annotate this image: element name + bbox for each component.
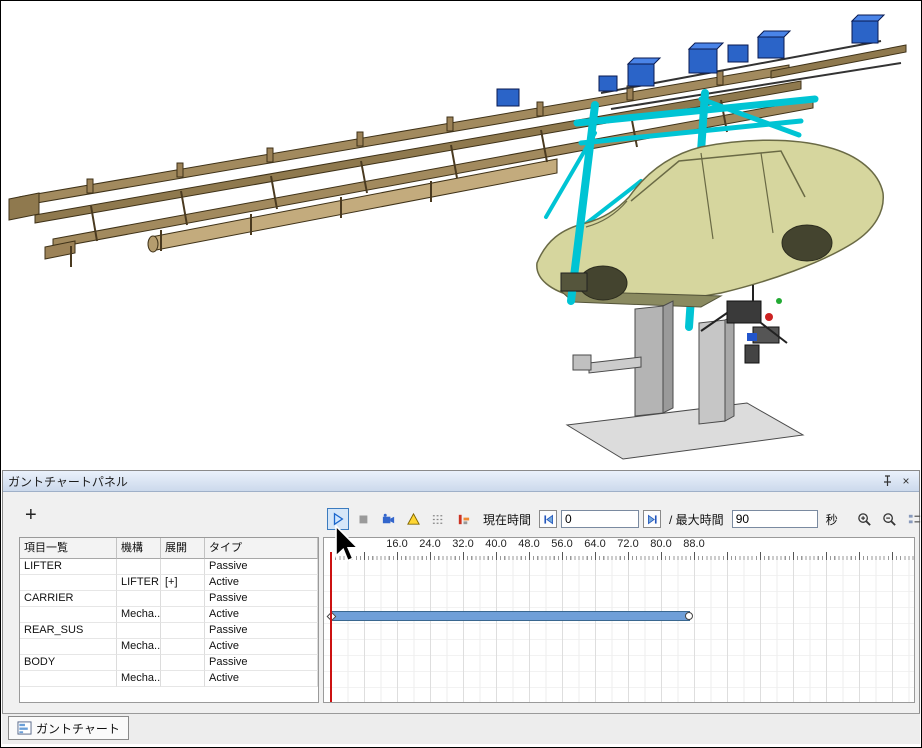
panel-titlebar: ガントチャートパネル × [3,471,919,492]
app-window: ガントチャートパネル × + [0,0,922,748]
item-grid: 項目一覧 機構 展開 タイプ LIFTERPassiveLIFTER[+]Act… [19,537,319,703]
bottom-tabbar: ガントチャート [2,713,920,744]
cell-type: Passive [205,591,318,607]
col-header-item[interactable]: 項目一覧 [20,538,117,559]
cell-mech [117,559,161,575]
gantt-toolbar: + 現在時間 [3,492,919,538]
cell-mech: Mecha... [117,607,161,623]
cell-expand [161,607,205,623]
cell-mech [117,623,161,639]
bar-end-handle[interactable] [685,612,693,620]
mouse-cursor [334,525,362,565]
zoom-in-icon[interactable] [854,508,876,530]
cell-item [20,671,117,687]
cell-expand: [+] [161,575,205,591]
options-icon[interactable] [904,508,922,530]
cell-type: Active [205,671,318,687]
seconds-label: 秒 [826,511,838,528]
cell-item [20,607,117,623]
cell-type: Passive [205,655,318,671]
cell-expand [161,655,205,671]
gantt-tab-label: ガントチャート [36,720,120,737]
3d-viewport[interactable] [1,1,921,469]
table-row[interactable]: LIFTER[+]Active [20,575,318,591]
cell-expand [161,591,205,607]
zoom-tool-group [854,508,922,530]
3d-scene [1,1,921,469]
table-row[interactable]: LIFTER Passive [20,559,318,575]
time-cursor[interactable] [330,552,332,702]
chart-settings-button[interactable] [427,508,449,530]
cell-type: Active [205,607,318,623]
table-row[interactable]: CARRIER Passive [20,591,318,607]
cell-mech [117,591,161,607]
tick-label: 48.0 [518,538,539,550]
cell-type: Passive [205,559,318,575]
table-row[interactable]: Mecha... Active [20,671,318,687]
grid-header: 項目一覧 機構 展開 タイプ [20,538,318,559]
tick-label: 64.0 [584,538,605,550]
cell-expand [161,559,205,575]
cell-item: BODY [20,655,117,671]
cell-item: LIFTER [20,559,117,575]
timeline-ruler [324,552,914,560]
cell-mech [117,655,161,671]
tick-label: 88.0 [683,538,704,550]
gantt-main: 項目一覧 機構 展開 タイプ LIFTERPassiveLIFTER[+]Act… [19,537,915,703]
cell-expand [161,623,205,639]
cell-expand [161,639,205,655]
cell-type: Active [205,639,318,655]
cell-mech: LIFTER [117,575,161,591]
playback-tool-group: 現在時間 / 最大時間 秒 [327,508,922,530]
pedestal [567,301,803,459]
tick-label: 80.0 [650,538,671,550]
cell-type: Active [205,575,318,591]
timeline[interactable]: 16.0 24.0 32.0 40.0 48.0 56.0 64.0 72.0 80.0 88.0 [323,537,915,703]
step-forward-button[interactable] [643,510,661,528]
pin-icon[interactable] [879,474,895,488]
zoom-out-icon[interactable] [879,508,901,530]
current-time-label: 現在時間 [483,511,531,528]
col-header-mech[interactable]: 機構 [117,538,161,559]
col-header-expand[interactable]: 展開 [161,538,205,559]
tick-label: 32.0 [452,538,473,550]
tick-label: 16.0 [386,538,407,550]
timeline-grid [324,560,914,702]
panel-title: ガントチャートパネル [8,473,128,490]
close-icon[interactable]: × [898,474,914,488]
add-button[interactable]: + [25,506,37,524]
table-row[interactable]: BODY Passive [20,655,318,671]
tick-labels: 16.0 24.0 32.0 40.0 48.0 56.0 64.0 72.0 80.0 88.0 [324,538,914,552]
max-time-input[interactable] [732,510,818,528]
tick-label: 24.0 [419,538,440,550]
max-time-label: / 最大時間 [669,511,724,528]
cell-item [20,639,117,655]
marker-button[interactable] [452,508,474,530]
gantt-panel: ガントチャートパネル × + [2,470,920,714]
current-time-input[interactable] [561,510,639,528]
tick-label: 40.0 [485,538,506,550]
step-back-button[interactable] [539,510,557,528]
tab-gantt-chart[interactable]: ガントチャート [8,716,129,740]
table-row[interactable]: Mecha... Active [20,607,318,623]
cell-mech: Mecha... [117,639,161,655]
cell-type: Passive [205,623,318,639]
gantt-tab-icon [17,721,32,735]
cell-item [20,575,117,591]
col-header-type[interactable]: タイプ [205,538,318,559]
grid-rows: LIFTERPassiveLIFTER[+]ActiveCARRIERPassi… [20,559,318,687]
snapshot-button[interactable] [402,508,424,530]
tick-label: 72.0 [617,538,638,550]
gantt-bar[interactable] [331,611,690,621]
tick-label: 56.0 [551,538,572,550]
cell-item: REAR_SUS [20,623,117,639]
table-row[interactable]: Mecha... Active [20,639,318,655]
record-button[interactable] [377,508,399,530]
cell-mech: Mecha... [117,671,161,687]
cell-item: CARRIER [20,591,117,607]
cell-expand [161,671,205,687]
table-row[interactable]: REAR_SUS Passive [20,623,318,639]
